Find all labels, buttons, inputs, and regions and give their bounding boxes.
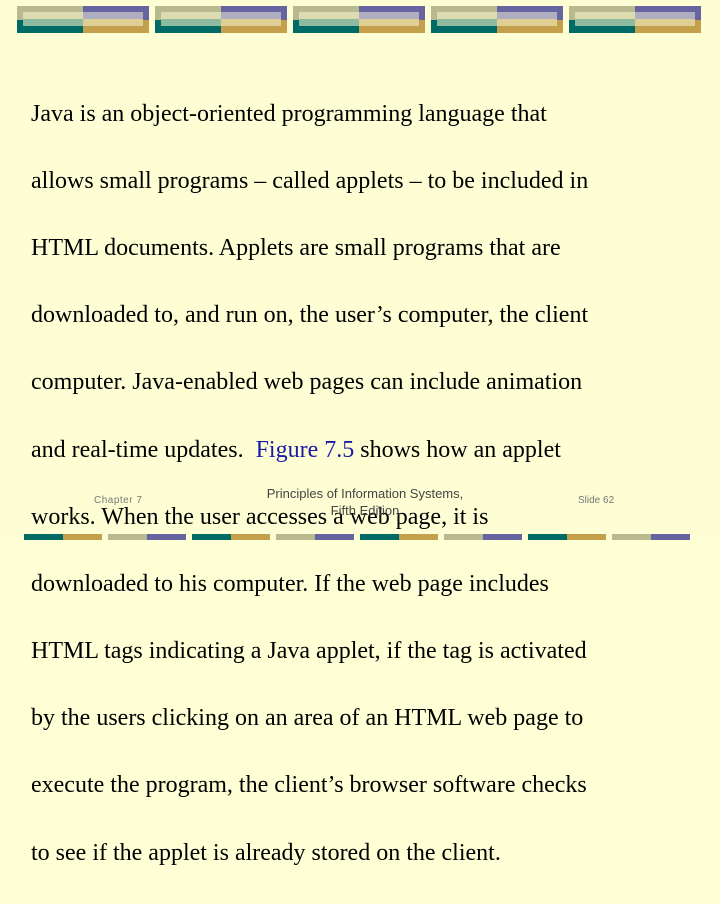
body-line: computer. Java-enabled web pages can inc… xyxy=(31,369,583,396)
footer-bar-segment xyxy=(63,534,102,540)
footer-bar-segment xyxy=(399,534,438,540)
footer-bar-segment xyxy=(360,534,399,540)
body-line: to see if the applet is already stored o… xyxy=(31,839,501,866)
header-bar-block xyxy=(431,6,563,33)
footer-bar-segment xyxy=(315,534,354,540)
figure-link[interactable]: Figure 7.5 xyxy=(256,437,355,463)
header-bar-block xyxy=(569,6,701,33)
header-bar-block xyxy=(293,6,425,33)
footer-bar-segment xyxy=(528,534,567,540)
footer-bar-segment xyxy=(444,534,483,540)
footer-title: Principles of Information Systems, Fifth… xyxy=(240,485,490,519)
body-line: execute the program, the client’s browse… xyxy=(31,772,587,799)
body-line-text: and real-time updates. xyxy=(31,436,256,463)
footer-bar-segment xyxy=(567,534,606,540)
body-line: HTML tags indicating a Java applet, if t… xyxy=(31,638,587,665)
footer-bar-segment xyxy=(483,534,522,540)
footer-slide-number: Slide 62 xyxy=(578,495,615,506)
footer-bar-segment xyxy=(147,534,186,540)
header-bar-block xyxy=(155,6,287,33)
footer-bar-segment xyxy=(276,534,315,540)
footer-bar-segment xyxy=(612,534,651,540)
header-bar-block xyxy=(17,6,149,33)
slide-body-text: Java is an object-oriented programming l… xyxy=(31,64,711,904)
footer-title-line: Fifth Edition xyxy=(330,503,400,518)
footer-bar-segment xyxy=(651,534,690,540)
footer-chapter: Chapter 7 xyxy=(94,495,143,506)
footer-bar-segment xyxy=(192,534,231,540)
body-line-text: shows how an applet xyxy=(354,436,561,463)
body-line: by the users clicking on an area of an H… xyxy=(31,705,584,732)
body-line: HTML documents. Applets are small progra… xyxy=(31,234,561,261)
footer-decorative-bar xyxy=(0,534,720,540)
footer-bar-segment xyxy=(231,534,270,540)
footer-bar-segment xyxy=(108,534,147,540)
body-line: Java is an object-oriented programming l… xyxy=(31,100,547,127)
body-line: allows small programs – called applets –… xyxy=(31,167,589,194)
body-line: downloaded to, and run on, the user’s co… xyxy=(31,302,589,329)
slide: Java is an object-oriented programming l… xyxy=(0,0,720,866)
footer-bar-segment xyxy=(24,534,63,540)
footer-title-line: Principles of Information Systems, xyxy=(266,486,464,501)
body-line: downloaded to his computer. If the web p… xyxy=(31,570,549,597)
body-line: and real-time updates. Figure 7.5 shows … xyxy=(31,434,711,468)
